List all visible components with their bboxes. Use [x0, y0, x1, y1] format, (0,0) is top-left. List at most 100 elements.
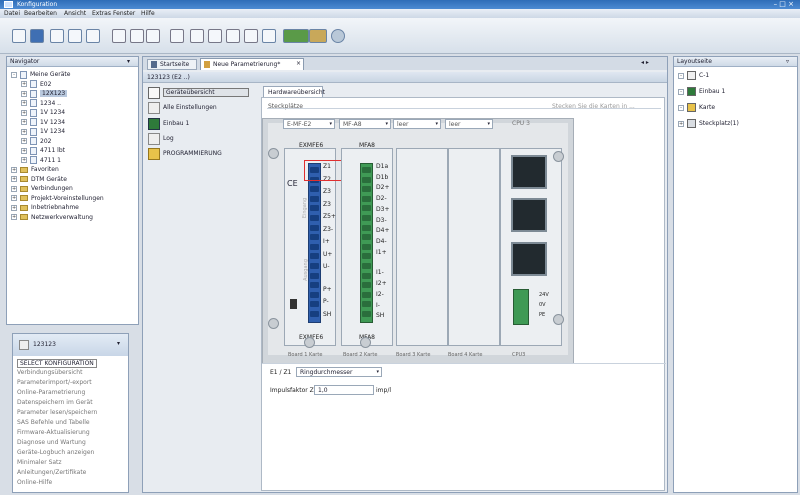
expand-icon[interactable]: -	[678, 88, 684, 95]
function-item[interactable]: Parameterimport/-export	[17, 379, 92, 386]
nav-item[interactable]: + Projekt-Voreinstellungen	[11, 194, 104, 203]
ethernet-port-3-icon[interactable]	[511, 242, 547, 276]
layout-item-c1[interactable]: - C-1	[678, 71, 709, 80]
expand-icon[interactable]: +	[21, 109, 27, 116]
print-icon[interactable]	[50, 29, 64, 43]
navigator-collapse-icon[interactable]: ▾	[127, 58, 130, 65]
tab-hardware[interactable]: Hardwareübersicht	[263, 86, 325, 97]
ethernet-port-1-icon[interactable]	[511, 155, 547, 189]
expand-icon[interactable]: +	[21, 147, 27, 154]
nav-item[interactable]: +202	[21, 137, 51, 146]
nav-item[interactable]: +4711 1	[21, 156, 61, 165]
nav-item[interactable]: + Inbetriebnahme	[11, 203, 79, 212]
tab-nav-arrows[interactable]: ◂ ▸	[641, 59, 649, 66]
function-item[interactable]: Geräte-Logbuch anzeigen	[17, 449, 94, 456]
expand-icon[interactable]: +	[11, 204, 17, 211]
nav-item[interactable]: +4711 lbt	[21, 146, 65, 155]
tab-start[interactable]: Startseite	[147, 59, 197, 70]
config-menu-item-program[interactable]: PROGRAMMIERUNG	[147, 148, 257, 160]
expand-icon[interactable]: +	[11, 185, 17, 192]
expand-icon[interactable]: +	[11, 214, 17, 220]
function-item[interactable]: Verbindungsübersicht	[17, 369, 82, 376]
function-item[interactable]: Online-Parametrierung	[17, 389, 85, 396]
help-icon[interactable]	[331, 29, 345, 43]
config-menu-item-log[interactable]: Log	[147, 133, 257, 145]
function-item[interactable]: SAS Befehle und Tabelle	[17, 419, 90, 426]
function-select[interactable]: Ringdurchmesser ▾	[296, 367, 382, 377]
layout-item-karte[interactable]: - Karte	[678, 103, 715, 112]
menu-window[interactable]: Fenster	[113, 10, 135, 17]
upload-icon[interactable]	[68, 29, 82, 43]
expand-icon[interactable]: +	[21, 100, 27, 106]
menu-view[interactable]: Ansicht	[64, 10, 86, 17]
download-icon[interactable]	[86, 29, 100, 43]
nav-item[interactable]: +12X123	[21, 89, 68, 98]
expand-icon[interactable]: +	[678, 120, 684, 127]
function-item[interactable]: Anleitungen/Zertifikate	[17, 469, 86, 476]
menu-help[interactable]: Hilfe	[141, 10, 155, 17]
slot2-select[interactable]: MF-A8 ▾	[339, 119, 391, 129]
function-item[interactable]: Minimaler Satz	[17, 459, 62, 466]
expand-icon[interactable]: +	[11, 176, 17, 182]
tab-new-config[interactable]: Neue Parametrierung* ×	[200, 58, 304, 70]
menu-file[interactable]: Datei	[4, 10, 20, 17]
nav-item[interactable]: +1V 1234	[21, 108, 65, 117]
pulse-factor-input[interactable]: 1,0	[314, 385, 374, 395]
compare-icon[interactable]	[208, 29, 222, 43]
expand-icon[interactable]: -	[678, 104, 684, 111]
card-slot4-empty[interactable]	[448, 148, 500, 346]
slot4-select[interactable]: leer ▾	[445, 119, 493, 129]
device-icon[interactable]	[146, 29, 160, 43]
function-item[interactable]: SELECT KONFIGURATION	[17, 359, 97, 368]
disconnect-icon[interactable]	[130, 29, 144, 43]
function-item[interactable]: Firmware-Aktualisierung	[17, 429, 90, 436]
expand-icon[interactable]: +	[11, 195, 17, 201]
window-controls[interactable]: – □ ×	[774, 0, 794, 8]
wizard-icon[interactable]	[190, 29, 204, 43]
nav-item[interactable]: + Netzwerkverwaltung	[11, 213, 93, 222]
config-menu-item-overview[interactable]: Geräteübersicht	[147, 87, 257, 99]
function-item[interactable]: Online-Hilfe	[17, 479, 52, 486]
edit-icon[interactable]	[170, 29, 184, 43]
slot3-select[interactable]: leer ▾	[393, 119, 441, 129]
nav-item[interactable]: + Favoriten	[11, 165, 59, 174]
menu-edit[interactable]: Bearbeiten	[24, 10, 57, 17]
expand-icon[interactable]: +	[21, 90, 27, 97]
connect-icon[interactable]	[112, 29, 126, 43]
network-icon[interactable]	[309, 29, 327, 43]
config-menu-item-settings[interactable]: Alle Einstellungen	[147, 102, 257, 114]
function-item[interactable]: Parameter lesen/speichern	[17, 409, 97, 416]
card-mfa8[interactable]: MFA8 MFA8 D1aD1bD2+D2-D3+D3-D4+D4-I1+I1-…	[341, 142, 393, 346]
expand-icon[interactable]: +	[21, 157, 27, 163]
menu-tools[interactable]: Extras	[92, 10, 111, 17]
layout-item-einbau[interactable]: - Einbau 1	[678, 87, 725, 96]
report-icon[interactable]	[226, 29, 240, 43]
nav-item[interactable]: +1V 1234	[21, 118, 65, 127]
function-item[interactable]: Diagnose und Wartung	[17, 439, 86, 446]
layout-panel-pin-icon[interactable]: ▿	[786, 58, 789, 65]
save-icon[interactable]	[30, 29, 44, 43]
expand-icon[interactable]: +	[21, 119, 27, 125]
layout-item-slot[interactable]: + Steckplatz(1)	[678, 119, 739, 128]
expand-icon[interactable]: +	[11, 166, 17, 173]
expand-icon[interactable]: +	[21, 128, 27, 135]
config-menu-item-install[interactable]: Einbau 1	[147, 118, 257, 130]
expand-icon[interactable]: -	[11, 71, 17, 78]
expand-icon[interactable]: +	[21, 138, 27, 144]
nav-item[interactable]: - Meine Geräte	[11, 70, 70, 79]
nav-item[interactable]: + DTM Geräte	[11, 175, 67, 184]
expand-icon[interactable]: -	[678, 72, 684, 79]
function-panel-menu-icon[interactable]: ▾	[117, 340, 120, 347]
info-icon[interactable]	[262, 29, 276, 43]
tab-close-icon[interactable]: ×	[296, 60, 301, 67]
function-item[interactable]: Datenspeichern im Gerät	[17, 399, 93, 406]
nav-item[interactable]: + E02	[21, 80, 51, 89]
nav-item[interactable]: +1V 1234	[21, 127, 65, 136]
ethernet-port-2-icon[interactable]	[511, 198, 547, 232]
slot1-select[interactable]: E-MF-E2 ▾	[283, 119, 335, 129]
nav-item[interactable]: +1234 ..	[21, 99, 61, 108]
card-slot3-empty[interactable]	[396, 148, 448, 346]
list-icon[interactable]	[244, 29, 258, 43]
online-icon[interactable]	[283, 29, 309, 43]
expand-icon[interactable]: +	[21, 81, 27, 87]
